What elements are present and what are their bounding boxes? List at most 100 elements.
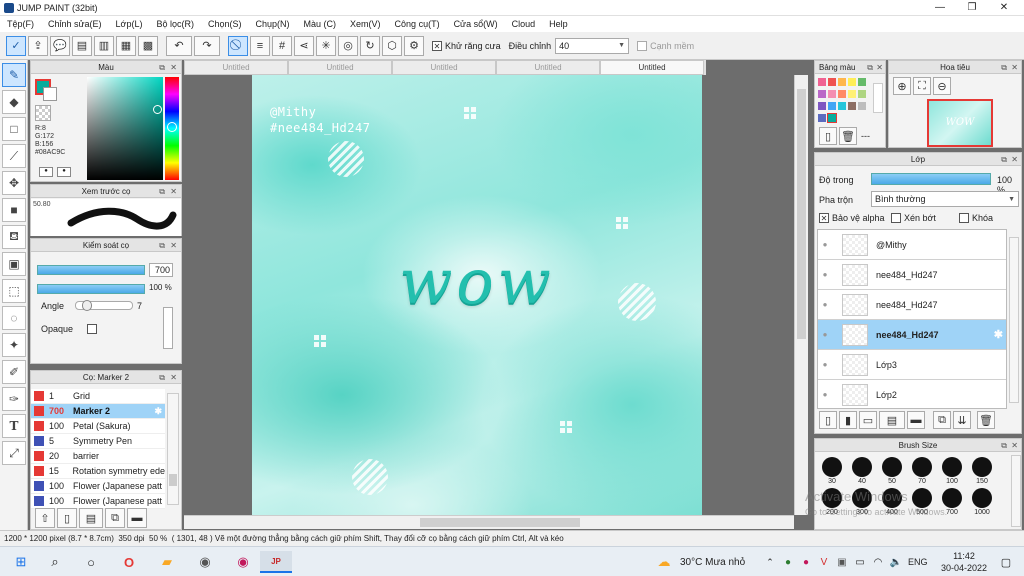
- canvas-horizontal-scrollbar[interactable]: [184, 515, 794, 529]
- chat-icon[interactable]: 💬: [50, 35, 70, 56]
- menu-select[interactable]: Chọn(S): [201, 16, 249, 32]
- brush-size-input[interactable]: 700: [149, 263, 173, 277]
- comment-icon[interactable]: ▤: [72, 35, 92, 56]
- menu-layer[interactable]: Lớp(L): [109, 16, 150, 32]
- brush-size-preset[interactable]: 30: [817, 457, 847, 485]
- file-explorer-icon[interactable]: ▰: [152, 551, 182, 573]
- visibility-icon[interactable]: ●: [818, 300, 832, 309]
- app-icon-2[interactable]: ◉: [228, 551, 258, 573]
- brush-size-preset[interactable]: 1000: [967, 488, 997, 516]
- opaque-checkbox[interactable]: [87, 324, 97, 334]
- export-icon[interactable]: ⇪: [28, 35, 48, 56]
- palette-swatch[interactable]: [818, 90, 826, 98]
- burst-snap-icon[interactable]: ✳: [316, 35, 336, 56]
- palette-swatch[interactable]: [848, 102, 856, 110]
- protect-alpha-check-icon[interactable]: [819, 213, 829, 223]
- brush-item-rotation-symmetry[interactable]: 15 Rotation symmetry ede: [31, 464, 165, 479]
- visibility-icon[interactable]: ●: [818, 240, 832, 249]
- layer-list-scrollbar[interactable]: [1009, 237, 1019, 403]
- trash-icon[interactable]: 🗑: [977, 411, 995, 429]
- brush-list-scrollbar[interactable]: [167, 393, 179, 505]
- clock[interactable]: 11:42 30-04-2022: [936, 550, 992, 574]
- select-rect-tool-icon[interactable]: ⬚: [2, 279, 26, 303]
- jump-paint-taskbar-icon[interactable]: JP: [260, 551, 292, 573]
- visibility-icon[interactable]: ●: [818, 330, 832, 339]
- duplicate-layer-icon[interactable]: ⧉: [933, 411, 951, 429]
- layer-row[interactable]: ● nee484_Hd247: [818, 260, 1006, 290]
- clip-check-icon[interactable]: [891, 213, 901, 223]
- layer-row[interactable]: ● Lớp2: [818, 380, 1006, 408]
- gradient-tool-icon[interactable]: ▣: [2, 252, 26, 276]
- palette-swatch[interactable]: [828, 78, 836, 86]
- merge-layer-icon[interactable]: ⇊: [953, 411, 971, 429]
- brush-cloud-icon[interactable]: ⇧: [35, 508, 55, 528]
- brush-size-preset[interactable]: 150: [967, 457, 997, 485]
- menu-capture[interactable]: Chụp(N): [249, 16, 297, 32]
- brush-folder-icon[interactable]: ▬: [127, 508, 147, 528]
- hue-cursor[interactable]: [167, 122, 177, 132]
- antialias-check-icon[interactable]: [432, 40, 442, 51]
- brush-item-petal[interactable]: 100 Petal (Sakura): [31, 419, 165, 434]
- angle-slider-handle[interactable]: [82, 300, 92, 311]
- lock-check-icon[interactable]: [959, 213, 969, 223]
- panel-close-icon[interactable]: ✕: [170, 371, 177, 384]
- task-view-icon[interactable]: ○: [76, 551, 106, 573]
- edge-checkbox[interactable]: Cạnh mềm: [637, 40, 694, 51]
- antialias-checkbox[interactable]: Khử răng cưa: [432, 40, 501, 51]
- new-layer-1bit-icon[interactable]: ▭: [859, 411, 877, 429]
- clip-checkbox[interactable]: Xén bớt: [891, 213, 936, 223]
- layer-opacity-slider[interactable]: [871, 173, 991, 185]
- undock-icon[interactable]: ⧉: [867, 61, 873, 74]
- menu-color[interactable]: Màu (C): [297, 16, 344, 32]
- grid-snap-icon[interactable]: #: [272, 35, 292, 56]
- layer-row[interactable]: ● @Mithy: [818, 230, 1006, 260]
- layer-row[interactable]: ● Lớp3: [818, 350, 1006, 380]
- scrollbar-thumb[interactable]: [169, 474, 177, 486]
- protect-alpha-checkbox[interactable]: Bảo vệ alpha: [819, 213, 885, 223]
- brush-size-preset[interactable]: 50: [877, 457, 907, 485]
- blend-mode-select[interactable]: Bình thường ▼: [871, 191, 1019, 207]
- windows-start-icon[interactable]: ⊞: [6, 551, 36, 573]
- tray-app-icon[interactable]: V: [816, 551, 832, 573]
- gear-icon[interactable]: ✱: [994, 328, 1003, 341]
- undo-icon[interactable]: ↶: [166, 35, 192, 56]
- opera-icon[interactable]: O: [114, 551, 144, 573]
- new-folder-icon[interactable]: ▬: [907, 411, 925, 429]
- gear-icon[interactable]: ✱: [154, 406, 162, 417]
- hue-slider[interactable]: [165, 77, 179, 180]
- language-indicator[interactable]: ENG: [908, 551, 928, 573]
- adjust-select[interactable]: 40 ▼: [555, 37, 630, 54]
- move-tool-icon[interactable]: ✥: [2, 171, 26, 195]
- brush-size-preset[interactable]: 70: [907, 457, 937, 485]
- panel-close-icon[interactable]: ✕: [170, 61, 177, 74]
- panel-close-icon[interactable]: ✕: [170, 185, 177, 198]
- undock-icon[interactable]: ⧉: [1001, 439, 1007, 452]
- tab-untitled-3[interactable]: Untitled: [392, 60, 496, 75]
- undock-icon[interactable]: ⧉: [1001, 153, 1007, 166]
- layer-menu-icon[interactable]: ▤: [879, 411, 905, 429]
- tab-untitled-4[interactable]: Untitled: [496, 60, 600, 75]
- pen-mode-icon[interactable]: ✓: [6, 35, 26, 56]
- brush-item-marker-2[interactable]: 700 Marker 2 ✱: [31, 404, 165, 419]
- panel-close-icon[interactable]: ✕: [170, 239, 177, 252]
- brush-opacity-slider[interactable]: [37, 284, 145, 294]
- brush-size-slider[interactable]: [37, 265, 145, 275]
- undock-icon[interactable]: ⧉: [1001, 61, 1007, 74]
- tray-app-icon[interactable]: ▣: [834, 551, 850, 573]
- palette-scrollbar[interactable]: [873, 83, 883, 113]
- zoom-in-icon[interactable]: ⊕: [893, 77, 911, 95]
- battery-icon[interactable]: ▭: [852, 551, 868, 573]
- brush-item-grid[interactable]: 1 Grid: [31, 389, 165, 404]
- minimize-button[interactable]: —: [924, 0, 956, 16]
- polyline-snap-icon[interactable]: ⬡: [382, 35, 402, 56]
- brush-tool-icon[interactable]: ✎: [2, 63, 26, 87]
- sheet-icon[interactable]: ▦: [116, 35, 136, 56]
- menu-filter[interactable]: Bộ lọc(R): [149, 16, 201, 32]
- maximize-button[interactable]: ❐: [956, 0, 988, 16]
- tray-app-icon[interactable]: ●: [798, 551, 814, 573]
- layer-row[interactable]: ● nee484_Hd247: [818, 290, 1006, 320]
- sv-cursor[interactable]: [153, 105, 162, 114]
- eyedropper-tool-icon[interactable]: ⤢: [2, 441, 26, 465]
- angle-slider[interactable]: [75, 300, 133, 311]
- circle-snap-icon[interactable]: ◎: [338, 35, 358, 56]
